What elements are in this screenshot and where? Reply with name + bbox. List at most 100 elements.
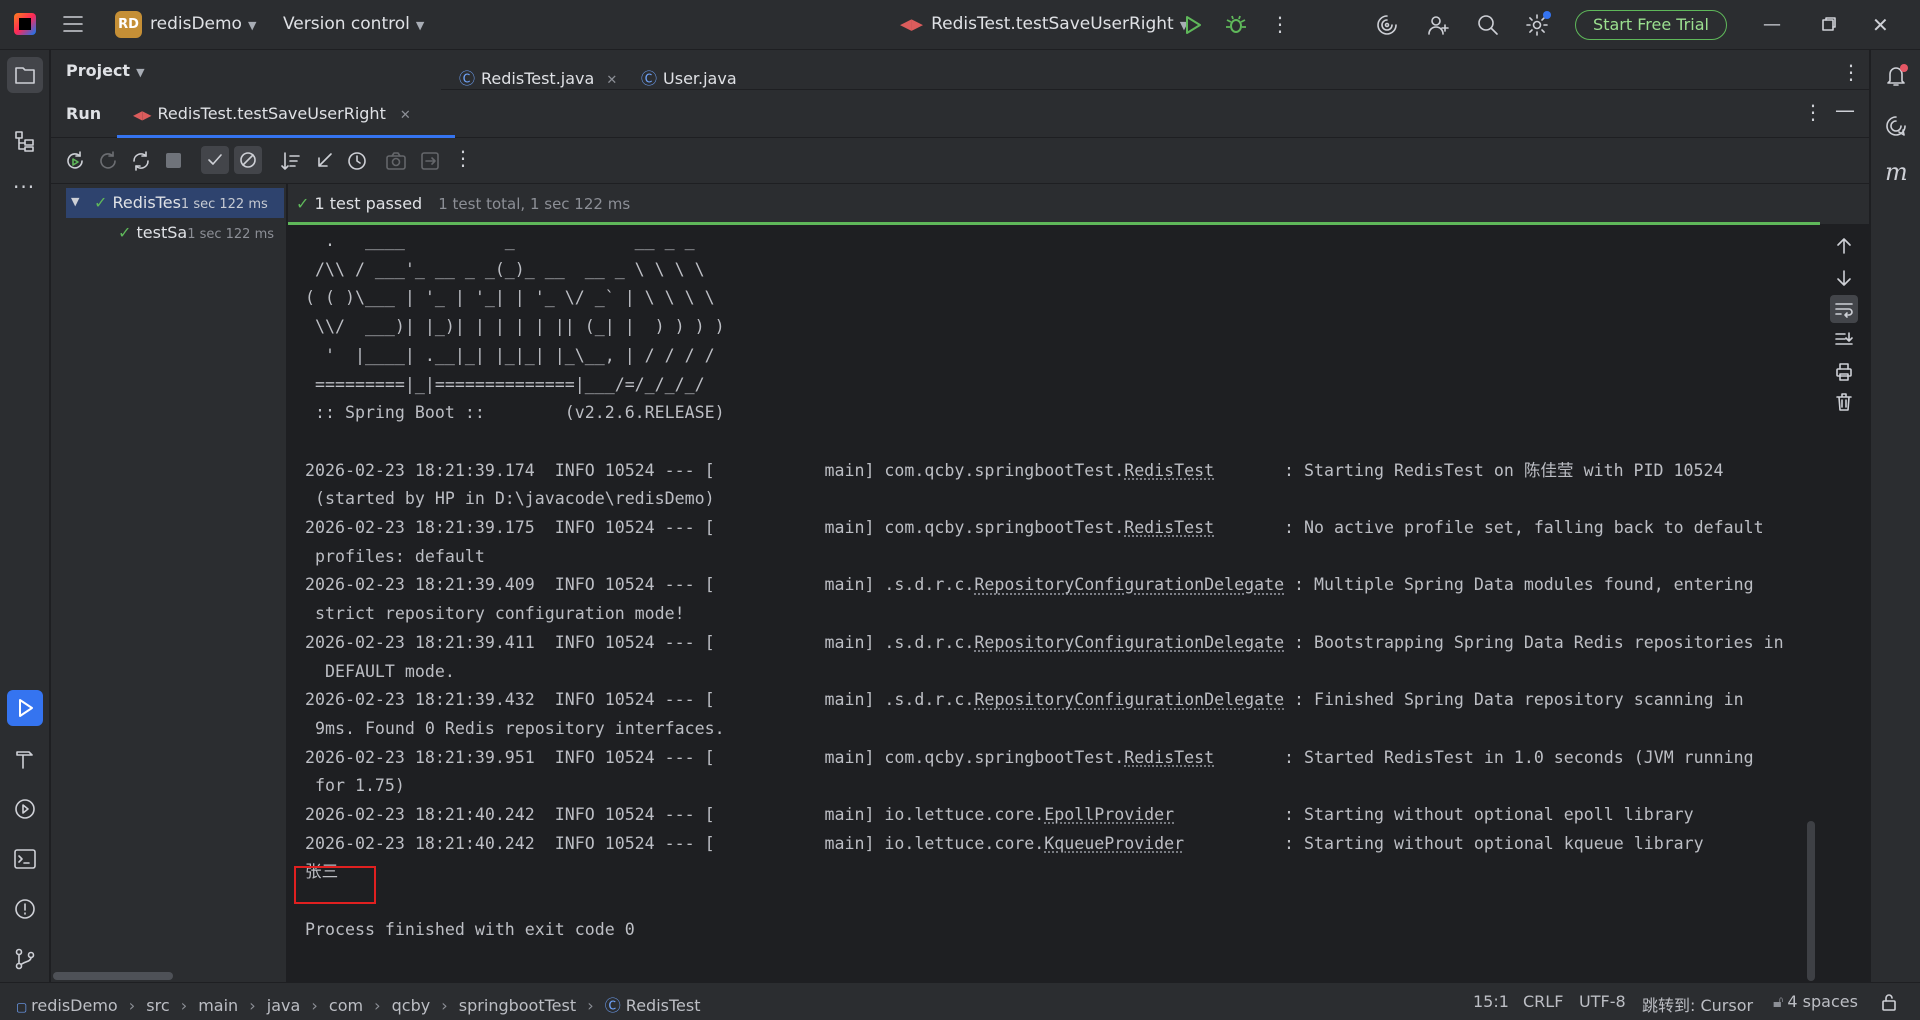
more-actions-icon[interactable]: ⋮ [1270, 12, 1290, 36]
scroll-to-end-icon[interactable] [1834, 330, 1854, 350]
log-prefix: 2026-02-23 18:21:39.951 INFO 10524 --- [… [305, 747, 1125, 767]
breadcrumb-item[interactable]: springbootTest [459, 996, 576, 1015]
toggle-auto-test-icon[interactable] [130, 150, 152, 172]
toolbar-more-icon[interactable]: ⋮ [453, 146, 473, 170]
problems-icon[interactable] [13, 897, 37, 921]
log-class-link[interactable]: RedisTest [1124, 748, 1214, 767]
log-message: : Finished Spring Data repository scanni… [1284, 690, 1744, 710]
scroll-down-arrow-icon[interactable] [1834, 268, 1854, 288]
search-icon[interactable] [1476, 13, 1500, 37]
run-config-selector[interactable]: ◀▶ RedisTest.testSaveUserRight ▼ [900, 14, 1188, 34]
more-tools-icon[interactable]: ··· [13, 175, 35, 199]
log-class-link[interactable]: RepositoryConfigurationDelegate [974, 575, 1284, 594]
log-message: : Starting without optional kqueue libra… [1184, 833, 1704, 853]
log-line: 2026-02-23 18:21:39.411 INFO 10524 --- [… [305, 629, 1815, 658]
log-class-link[interactable]: RedisTest [1124, 518, 1214, 537]
minimize-button[interactable]: — [1763, 14, 1781, 35]
log-message: : Starting without optional epoll librar… [1174, 805, 1694, 825]
services-icon[interactable] [13, 797, 37, 821]
breadcrumb-item[interactable]: RedisTest [626, 996, 701, 1015]
test-class-node[interactable]: ✓ RedisTes1 sec 122 ms [94, 193, 268, 212]
close-window-button[interactable]: ✕ [1872, 13, 1889, 37]
read-only-lock-icon[interactable] [1880, 993, 1898, 1011]
log-class-link[interactable]: RedisTest [1124, 461, 1214, 480]
git-branch-icon[interactable] [13, 947, 37, 971]
chevron-down-icon: ▼ [247, 19, 257, 32]
breadcrumb-item[interactable]: main [198, 996, 238, 1015]
file-encoding[interactable]: UTF-8 [1579, 992, 1626, 1011]
rerun-icon[interactable] [64, 150, 86, 172]
history-clock-icon[interactable] [346, 150, 368, 172]
run-button[interactable] [1183, 15, 1203, 35]
java-class-icon: Ⓒ [459, 69, 476, 88]
export-icon[interactable] [419, 150, 441, 172]
editor-more-icon[interactable]: ⋮ [1841, 60, 1861, 84]
close-tab-icon[interactable]: ✕ [400, 108, 411, 123]
tests-passed-text: 1 test passed [314, 194, 423, 213]
tab-label: User.java [663, 69, 737, 88]
notifications-bell-icon[interactable] [1884, 64, 1908, 88]
run-tool-button[interactable] [7, 690, 43, 726]
indent-setting[interactable]: 🔓︎ 4 spaces [1773, 992, 1858, 1012]
vcs-selector[interactable]: Version control ▼ [283, 14, 424, 34]
run-tab[interactable]: ◀▶ RedisTest.testSaveUserRight ✕ [133, 104, 411, 123]
screenshot-camera-icon[interactable] [385, 150, 407, 172]
run-options-icon[interactable]: ⋮ [1803, 100, 1823, 124]
hide-panel-icon[interactable]: — [1835, 98, 1855, 122]
log-prefix: 2026-02-23 18:21:39.174 INFO 10524 --- [… [305, 460, 1125, 480]
terminal-icon[interactable] [13, 847, 37, 871]
debug-button[interactable] [1225, 13, 1247, 35]
chevron-down-icon[interactable]: ▼ [71, 195, 79, 208]
goto-cursor[interactable]: 跳转到: Cursor [1642, 992, 1753, 1016]
project-panel-title[interactable]: Project ▼ [66, 61, 145, 80]
breadcrumb-item[interactable]: qcby [392, 996, 431, 1015]
scroll-up-arrow-icon[interactable] [1834, 236, 1854, 256]
stop-icon[interactable] [166, 153, 181, 168]
line-separator[interactable]: CRLF [1523, 992, 1563, 1011]
add-user-icon[interactable] [1426, 13, 1450, 37]
cursor-position[interactable]: 15:1 [1473, 992, 1509, 1011]
ai-chat-icon[interactable] [1884, 114, 1908, 138]
ai-assistant-icon[interactable] [1375, 13, 1399, 37]
console-output[interactable]: . ____ _ __ _ _ /\\ / ___'_ __ _ _(_)_ _… [305, 227, 1815, 945]
breadcrumb-separator-icon: › [436, 996, 453, 1015]
run-tab-label: RedisTest.testSaveUserRight [157, 104, 386, 123]
build-hammer-icon[interactable] [13, 747, 37, 771]
project-tool-button[interactable] [7, 57, 43, 93]
project-selector[interactable]: redisDemo ▼ [150, 14, 256, 34]
clear-trash-icon[interactable] [1834, 392, 1854, 412]
rerun-failed-icon[interactable] [97, 150, 119, 172]
title-bar: RD redisDemo ▼ Version control ▼ ◀▶ RedisTe… [0, 0, 1920, 50]
restore-button[interactable] [1822, 17, 1836, 31]
maven-icon[interactable]: m [1885, 158, 1908, 186]
structure-icon[interactable] [13, 129, 37, 153]
log-prefix: 2026-02-23 18:21:40.242 INFO 10524 --- [… [305, 833, 1045, 853]
settings-gear-icon[interactable] [1525, 11, 1551, 37]
log-message: : Starting RedisTest on 陈佳莹 with PID 105… [1214, 460, 1724, 480]
import-tests-icon[interactable] [313, 150, 335, 172]
show-ignored-toggle[interactable] [234, 146, 262, 174]
vertical-scrollbar[interactable] [1807, 821, 1815, 981]
log-message: : Bootstrapping Spring Data Redis reposi… [1284, 632, 1784, 652]
log-line: 2026-02-23 18:21:39.175 INFO 10524 --- [… [305, 514, 1815, 543]
show-passed-toggle[interactable] [201, 146, 229, 174]
soft-wrap-icon[interactable] [1830, 295, 1858, 323]
print-icon[interactable] [1834, 362, 1854, 382]
run-config-name: RedisTest.testSaveUserRight [931, 14, 1174, 34]
tab-redistest-java[interactable]: Ⓒ RedisTest.java ✕ [459, 65, 617, 89]
horizontal-scrollbar[interactable] [53, 972, 173, 980]
main-menu-icon[interactable] [62, 14, 84, 34]
breadcrumb-item[interactable]: java [267, 996, 301, 1015]
start-trial-button[interactable]: Start Free Trial [1575, 10, 1727, 40]
sort-icon[interactable] [279, 150, 301, 172]
breadcrumb-item[interactable]: redisDemo [31, 996, 118, 1015]
log-class-link[interactable]: EpollProvider [1044, 805, 1174, 824]
log-class-link[interactable]: RepositoryConfigurationDelegate [974, 690, 1284, 709]
log-class-link[interactable]: KqueueProvider [1044, 834, 1184, 853]
breadcrumb-item[interactable]: com [329, 996, 363, 1015]
breadcrumb-item[interactable]: src [146, 996, 169, 1015]
close-tab-icon[interactable]: ✕ [606, 73, 617, 88]
test-method-node[interactable]: ✓ testSa1 sec 122 ms [118, 223, 274, 242]
log-class-link[interactable]: RepositoryConfigurationDelegate [974, 633, 1284, 652]
tab-user-java[interactable]: Ⓒ User.java [641, 65, 737, 89]
